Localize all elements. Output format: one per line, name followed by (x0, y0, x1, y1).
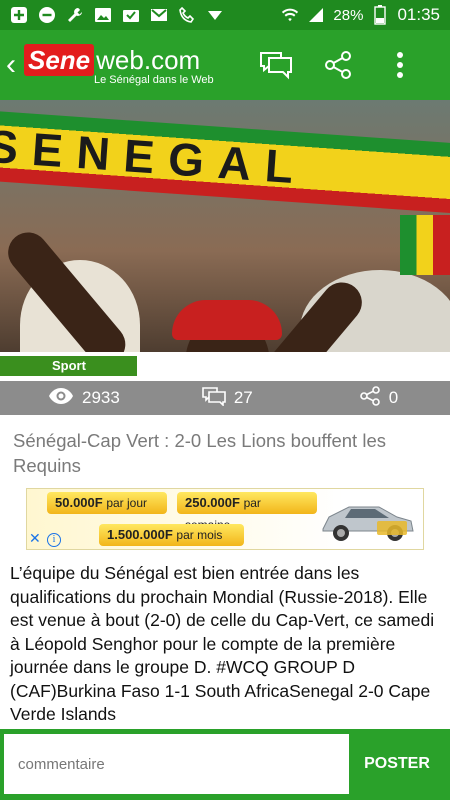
shares-stat[interactable]: 0 (359, 385, 399, 411)
wifi-icon (281, 6, 299, 24)
ad-offer-amount: 50.000F (55, 495, 103, 510)
photo-icon (94, 6, 112, 24)
battery-icon (371, 5, 389, 25)
comment-count-icon (202, 386, 226, 411)
ad-offer-monthly: 1.500.000F par mois (99, 524, 244, 546)
shares-count: 0 (388, 388, 399, 407)
wrench-icon (66, 6, 84, 24)
download-icon (206, 6, 224, 24)
app-bar: ‹ Sene web.com Le Sénégal dans le Web (0, 30, 450, 100)
senegal-flag (400, 215, 450, 275)
comment-input[interactable] (4, 734, 349, 794)
ad-info-icon[interactable]: i (47, 533, 61, 547)
share-icon[interactable] (320, 47, 356, 83)
article-title: Sénégal-Cap Vert : 2-0 Les Lions bouffen… (13, 430, 386, 476)
signal-icon (307, 6, 325, 24)
views-count: 2933 (82, 388, 120, 407)
mail-check-icon (122, 6, 140, 24)
ad-offer-period: par jour (106, 496, 148, 510)
views-stat: 2933 (48, 387, 120, 410)
comments-count: 27 (233, 388, 253, 407)
comment-bar: POSTER (0, 729, 450, 800)
logo-tagline: Le Sénégal dans le Web (94, 74, 214, 86)
ad-offer-daily: 50.000F par jour (47, 492, 167, 514)
phone-icon (178, 6, 196, 24)
logo-brand: Sene (24, 44, 95, 76)
comments-icon[interactable] (258, 47, 294, 83)
eye-icon (48, 387, 74, 410)
clock: 01:35 (397, 5, 440, 24)
ad-banner[interactable]: 50.000F par jour 250.000F par semaine 1.… (26, 488, 424, 550)
ad-offer-period: par mois (176, 528, 223, 542)
ad-offer-amount: 250.000F (185, 495, 240, 510)
supporter-scarf: SENEGAL (0, 110, 450, 215)
article-body: L’équipe du Sénégal est bien entrée dans… (10, 563, 435, 724)
stats-bar: 2933 27 0 (0, 381, 450, 415)
more-icon[interactable] (382, 47, 418, 83)
post-comment-button[interactable]: POSTER (349, 734, 445, 794)
ad-offer-amount: 1.500.000F (107, 527, 173, 542)
scarf-text: SENEGAL (0, 119, 309, 194)
category-badge[interactable]: Sport (0, 356, 137, 376)
add-icon (10, 6, 28, 24)
logo-suffix: web.com (96, 45, 201, 75)
battery-percent: 28% (333, 6, 364, 24)
status-bar: 28% 01:35 (0, 0, 450, 30)
back-icon[interactable]: ‹ (6, 50, 22, 80)
share-count-icon (359, 385, 381, 411)
supporter-cap (172, 300, 282, 340)
comments-stat[interactable]: 27 (202, 386, 253, 411)
ad-close-icon[interactable]: ✕ (29, 530, 41, 547)
article-image: SENEGAL (0, 100, 450, 352)
gmail-icon (150, 6, 168, 24)
car-image (317, 499, 417, 541)
minus-icon (38, 6, 56, 24)
ad-offer-weekly: 250.000F par semaine (177, 492, 317, 532)
logo: Sene web.com Le Sénégal dans le Web (24, 44, 214, 86)
